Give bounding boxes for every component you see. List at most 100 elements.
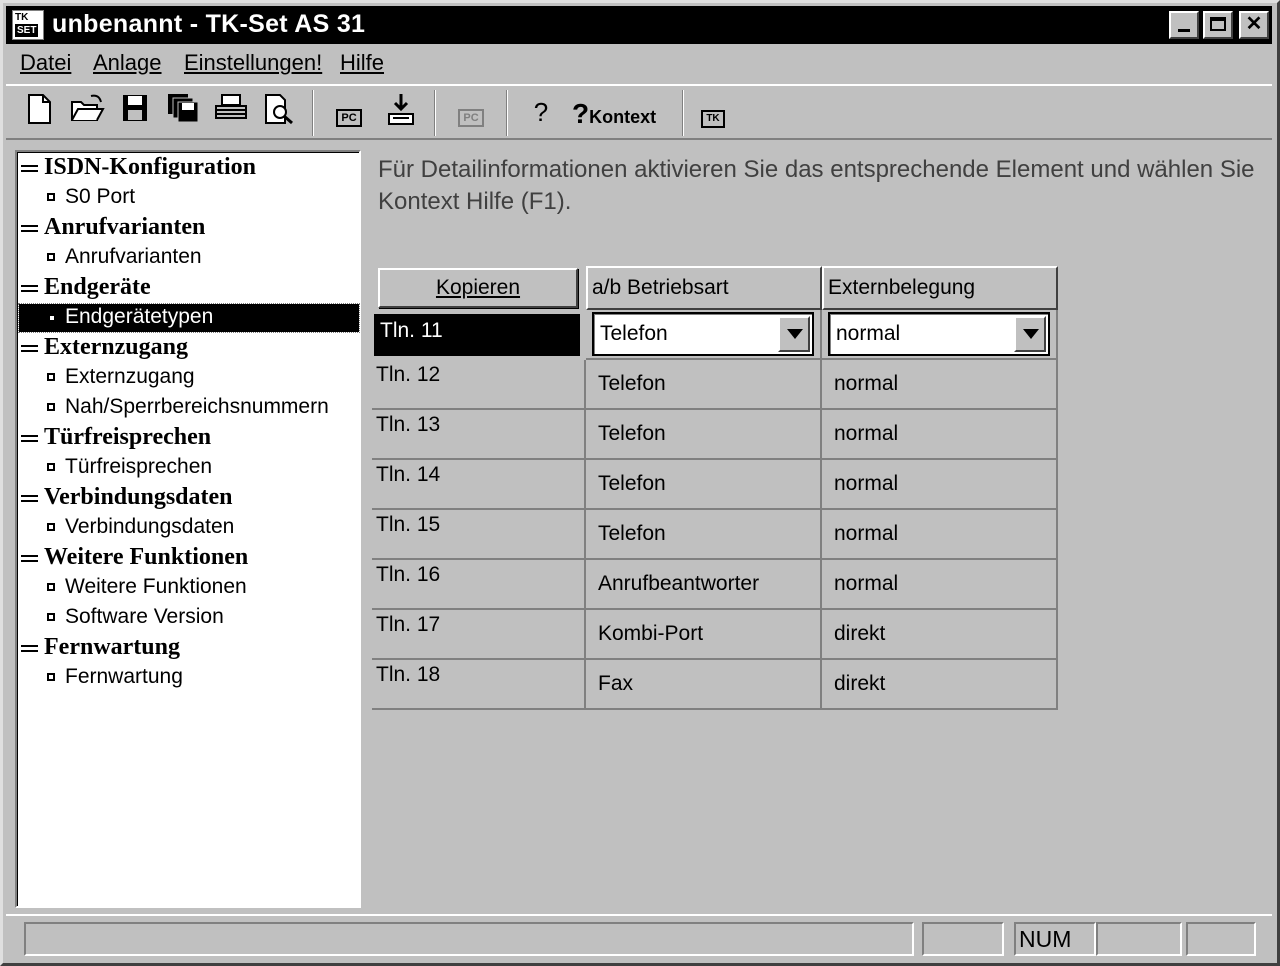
betriebsart-cell[interactable]: Anrufbeantworter [586,560,822,610]
betriebsart-cell[interactable]: Kombi-Port [586,610,822,660]
betriebsart-dropdown[interactable]: Telefon [592,312,814,356]
table-row[interactable]: Tln. 12 Telefon normal [372,360,1058,410]
table-row[interactable]: Tln. 18 Fax direkt [372,660,1058,710]
tree-item-tuerfreisprechen[interactable]: Türfreisprechen [19,454,359,482]
externbelegung-cell[interactable]: normal [822,360,1058,410]
betriebsart-cell[interactable]: Fax [586,660,822,710]
open-folder-icon[interactable] [68,92,106,134]
tree-item-software-version[interactable]: Software Version [19,604,359,632]
menu-hilfe[interactable]: Hilfe [340,50,384,76]
table-row[interactable]: Tln. 14 Telefon normal [372,460,1058,510]
externbelegung-cell[interactable]: direkt [822,660,1058,710]
status-bar: NUM [6,914,1272,960]
tree-category-weitere-funktionen[interactable]: Weitere Funktionen [21,544,248,571]
menu-anlage[interactable]: Anlage [93,50,162,76]
row-header[interactable]: Tln. 11 [374,314,580,356]
betriebsart-cell[interactable]: Telefon [586,460,822,510]
copy-button[interactable]: Kopieren [378,268,578,308]
tree-category-label: Fernwartung [44,634,180,660]
menu-einstellungen[interactable]: Einstellungen! [184,50,322,76]
pc-disabled-icon[interactable]: PC [452,92,490,134]
row-header[interactable]: Tln. 15 [372,510,586,560]
context-help-button[interactable]: ?Kontext [572,94,656,137]
column-header-externbelegung[interactable]: Externbelegung [822,266,1058,310]
externbelegung-dropdown[interactable]: normal [828,312,1050,356]
table-row[interactable]: Tln. 13 Telefon normal [372,410,1058,460]
tree-category-fernwartung[interactable]: Fernwartung [21,634,180,661]
tree-category-externzugang[interactable]: Externzugang [21,334,188,361]
table-row[interactable]: Tln. 15 Telefon normal [372,510,1058,560]
collapse-icon[interactable] [21,284,38,292]
tree-item-anrufvarianten[interactable]: Anrufvarianten [19,244,359,272]
print-preview-icon[interactable] [260,92,298,134]
tree-category-tuerfreisprechen[interactable]: Türfreisprechen [21,424,211,451]
maximize-button[interactable] [1203,11,1233,39]
menu-datei[interactable]: Datei [20,50,71,76]
collapse-icon[interactable] [21,554,38,562]
table-row[interactable]: Tln. 16 Anrufbeantworter normal [372,560,1058,610]
dropdown-arrow-icon[interactable] [1014,316,1046,352]
externbelegung-cell[interactable]: normal [822,410,1058,460]
tree-item-fernwartung[interactable]: Fernwartung [19,664,359,692]
table-row[interactable]: Tln. 17 Kombi-Port direkt [372,610,1058,660]
minimize-icon [1178,29,1190,32]
toolbar-separator [434,90,436,136]
externbelegung-cell: normal [822,310,1058,360]
title-bar[interactable]: TK SET unbenannt - TK-Set AS 31 ✕ [6,6,1272,44]
betriebsart-cell[interactable]: Telefon [586,510,822,560]
tree-category-anrufvarianten[interactable]: Anrufvarianten [21,214,205,241]
bullet-icon [50,316,54,320]
pc-upload-icon[interactable]: PC [330,92,368,134]
status-message-panel [24,922,914,956]
save-all-icon[interactable] [164,92,202,134]
collapse-icon[interactable] [21,224,38,232]
pc-disabled-label: PC [458,109,484,127]
collapse-icon[interactable] [21,644,38,652]
row-header[interactable]: Tln. 16 [372,560,586,610]
row-header[interactable]: Tln. 14 [372,460,586,510]
dropdown-arrow-icon[interactable] [778,316,810,352]
row-header[interactable]: Tln. 18 [372,660,586,710]
tree-item-label: Anrufvarianten [65,245,202,268]
print-icon[interactable] [212,92,250,134]
externbelegung-cell[interactable]: normal [822,460,1058,510]
externbelegung-cell[interactable]: normal [822,560,1058,610]
tree-item-endgeraetetypen[interactable]: Endgerätetypen [18,303,360,333]
context-help-icon: ? [572,98,590,129]
navigation-tree[interactable]: ISDN-Konfiguration S0 Port Anrufvariante… [15,150,361,908]
column-header-betriebsart[interactable]: a/b Betriebsart [586,266,822,310]
table-row[interactable]: Tln. 11 Telefon normal [372,310,1058,360]
externbelegung-cell[interactable]: normal [822,510,1058,560]
tree-item-label: Weitere Funktionen [65,575,247,598]
row-header[interactable]: Tln. 13 [372,410,586,460]
close-button[interactable]: ✕ [1239,11,1269,39]
collapse-icon[interactable] [21,494,38,502]
row-header[interactable]: Tln. 17 [372,610,586,660]
tree-item-sperrbereichsnummern[interactable]: Nah/Sperrbereichsnummern [19,394,359,422]
help-icon[interactable]: ? [522,92,560,134]
new-file-icon[interactable] [20,92,58,134]
tk-set-icon[interactable]: TK [694,92,732,134]
tree-item-verbindungsdaten[interactable]: Verbindungsdaten [19,514,359,542]
row-header[interactable]: Tln. 12 [372,360,586,410]
app-icon[interactable]: TK SET [12,10,44,40]
externbelegung-cell[interactable]: direkt [822,610,1058,660]
betriebsart-cell[interactable]: Telefon [586,410,822,460]
download-to-device-icon[interactable] [382,92,420,134]
tree-item-weitere-funktionen[interactable]: Weitere Funktionen [19,574,359,602]
collapse-icon[interactable] [21,164,38,172]
collapse-icon[interactable] [21,434,38,442]
tree-category-label: Weitere Funktionen [44,544,249,570]
context-help-label: Kontext [589,107,657,127]
minimize-button[interactable] [1169,11,1199,39]
tree-category-verbindungsdaten[interactable]: Verbindungsdaten [21,484,233,511]
tree-category-label: Anrufvarianten [44,214,206,240]
tree-item-externzugang[interactable]: Externzugang [19,364,359,392]
collapse-icon[interactable] [21,344,38,352]
tree-category-isdn[interactable]: ISDN-Konfiguration [21,154,256,181]
menu-bar: Datei Anlage Einstellungen! Hilfe [6,48,1272,80]
tree-category-endgeraete[interactable]: Endgeräte [21,274,151,301]
betriebsart-cell[interactable]: Telefon [586,360,822,410]
save-icon[interactable] [116,92,154,134]
tree-item-s0-port[interactable]: S0 Port [19,184,359,212]
